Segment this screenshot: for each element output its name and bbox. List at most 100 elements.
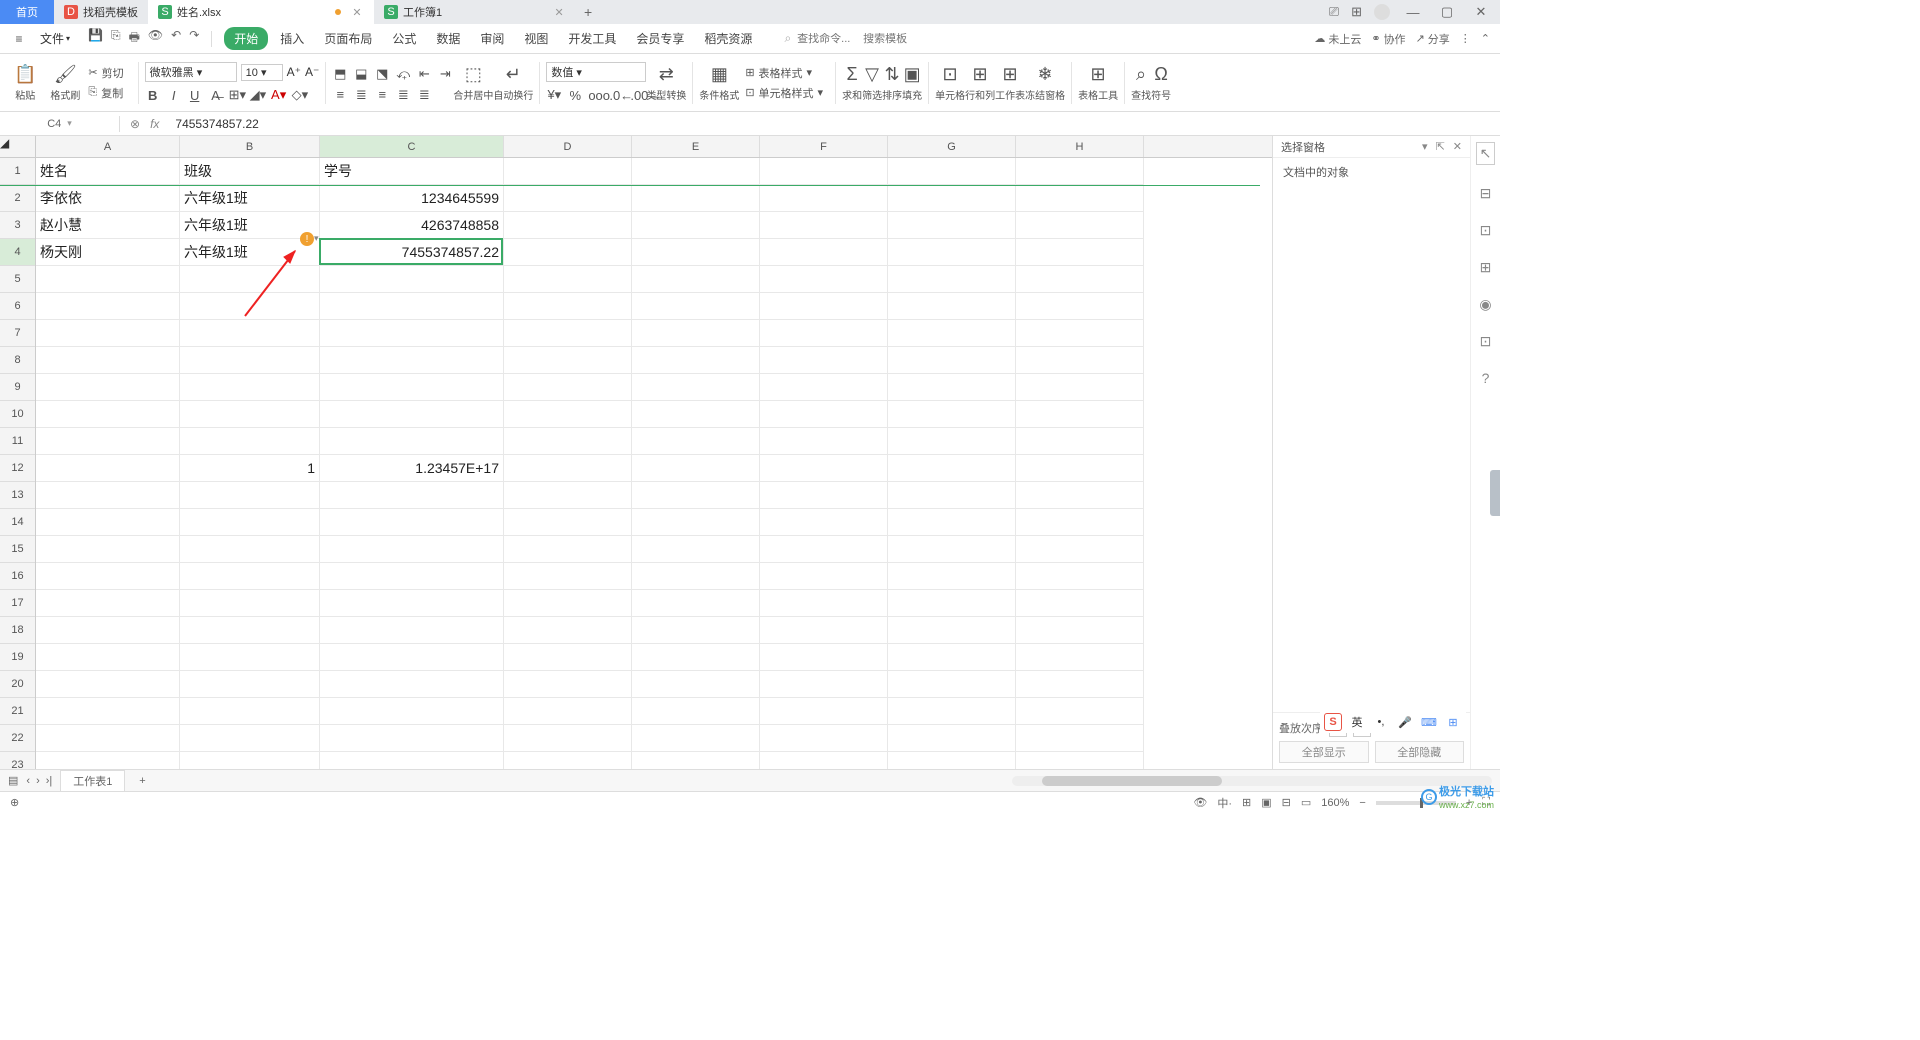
help-icon[interactable]: ?: [1482, 370, 1490, 386]
col-header-C[interactable]: C: [320, 136, 504, 157]
cell[interactable]: [888, 698, 1016, 725]
cell[interactable]: [1016, 752, 1144, 769]
col-header-D[interactable]: D: [504, 136, 632, 157]
cell[interactable]: [632, 347, 760, 374]
tool-icon-2[interactable]: ⊡: [1480, 222, 1492, 239]
cell[interactable]: [504, 374, 632, 401]
cell[interactable]: [180, 401, 320, 428]
cell[interactable]: [504, 239, 632, 266]
cell[interactable]: [1016, 536, 1144, 563]
cell[interactable]: [888, 293, 1016, 320]
tool-icon-3[interactable]: ⊞: [1480, 259, 1492, 276]
freeze-button[interactable]: ❄冻结窗格: [1025, 64, 1065, 102]
increase-decimal-icon[interactable]: .0←: [609, 88, 625, 103]
cell[interactable]: [1016, 644, 1144, 671]
cell[interactable]: [760, 563, 888, 590]
row-header-11[interactable]: 11: [0, 428, 35, 455]
cell[interactable]: 六年级1班: [180, 185, 320, 212]
select-tool-icon[interactable]: ↖: [1476, 142, 1496, 165]
fill-color-button[interactable]: ◢▾: [250, 87, 266, 103]
menu-tab-member[interactable]: 会员专享: [628, 26, 692, 51]
cell[interactable]: [504, 644, 632, 671]
col-header-H[interactable]: H: [1016, 136, 1144, 157]
row-header-23[interactable]: 23: [0, 752, 35, 769]
sheet-last-icon[interactable]: ›|: [46, 775, 53, 787]
cell[interactable]: [320, 536, 504, 563]
symbol-button[interactable]: Ω符号: [1151, 64, 1171, 102]
close-icon[interactable]: ✕: [350, 5, 364, 19]
cell[interactable]: [888, 239, 1016, 266]
tool-icon-1[interactable]: ⊟: [1480, 185, 1492, 202]
cell[interactable]: [1016, 239, 1144, 266]
col-header-G[interactable]: G: [888, 136, 1016, 157]
cell[interactable]: [504, 428, 632, 455]
cell[interactable]: [888, 428, 1016, 455]
cell[interactable]: [1016, 320, 1144, 347]
percent-icon[interactable]: %: [567, 88, 583, 103]
indent-left-icon[interactable]: ⇤: [416, 66, 432, 82]
cell[interactable]: [504, 455, 632, 482]
share-button[interactable]: ↗ 分享: [1416, 31, 1450, 47]
show-all-button[interactable]: 全部显示: [1279, 741, 1369, 763]
cell[interactable]: [320, 590, 504, 617]
cell[interactable]: [504, 293, 632, 320]
cell[interactable]: [36, 509, 180, 536]
cell[interactable]: [320, 482, 504, 509]
cell[interactable]: [504, 347, 632, 374]
close-icon[interactable]: ✕: [552, 5, 566, 19]
row-header-2[interactable]: 2: [0, 185, 35, 212]
cell[interactable]: [632, 536, 760, 563]
cell[interactable]: [504, 725, 632, 752]
add-sheet-button[interactable]: +: [133, 775, 151, 787]
cell[interactable]: [760, 482, 888, 509]
cell[interactable]: [760, 455, 888, 482]
cell[interactable]: [632, 293, 760, 320]
row-header-17[interactable]: 17: [0, 590, 35, 617]
cell[interactable]: [888, 509, 1016, 536]
cell[interactable]: [320, 671, 504, 698]
cell[interactable]: [1016, 509, 1144, 536]
cell[interactable]: [180, 320, 320, 347]
cell[interactable]: [320, 428, 504, 455]
chevron-down-icon[interactable]: ▾: [1422, 140, 1428, 153]
zoom-value[interactable]: 160%: [1321, 797, 1349, 809]
cell[interactable]: [180, 752, 320, 769]
menu-tab-dev[interactable]: 开发工具: [560, 26, 624, 51]
cell[interactable]: [888, 347, 1016, 374]
ime-punct-icon[interactable]: •,: [1372, 713, 1390, 731]
cell[interactable]: [1016, 428, 1144, 455]
sheet-next-icon[interactable]: ›: [36, 775, 40, 787]
cell[interactable]: [888, 374, 1016, 401]
chinese-icon[interactable]: 中·: [1217, 795, 1232, 811]
cell[interactable]: [632, 698, 760, 725]
cell[interactable]: [760, 374, 888, 401]
cell[interactable]: [760, 590, 888, 617]
cell[interactable]: [888, 455, 1016, 482]
cell[interactable]: [632, 509, 760, 536]
cell[interactable]: [1016, 563, 1144, 590]
menu-tab-data[interactable]: 数据: [428, 26, 468, 51]
align-bottom-icon[interactable]: ⬔: [374, 66, 390, 82]
cell[interactable]: [1016, 455, 1144, 482]
row-header-18[interactable]: 18: [0, 617, 35, 644]
cell[interactable]: [888, 752, 1016, 769]
cell[interactable]: [888, 563, 1016, 590]
cell[interactable]: [36, 725, 180, 752]
cell[interactable]: [760, 644, 888, 671]
distribute-icon[interactable]: ≣: [416, 87, 432, 103]
cell[interactable]: [760, 266, 888, 293]
hide-all-button[interactable]: 全部隐藏: [1375, 741, 1465, 763]
cell-button[interactable]: ⊡单元格: [935, 64, 965, 102]
cell[interactable]: [1016, 212, 1144, 239]
row-header-9[interactable]: 9: [0, 374, 35, 401]
cell[interactable]: [888, 320, 1016, 347]
cell[interactable]: [180, 563, 320, 590]
cell[interactable]: [1016, 347, 1144, 374]
ime-lang-button[interactable]: 英: [1348, 713, 1366, 731]
menu-tab-layout[interactable]: 页面布局: [316, 26, 380, 51]
ocr-icon[interactable]: ⎚: [1329, 4, 1339, 20]
cell[interactable]: [180, 374, 320, 401]
close-button[interactable]: ✕: [1470, 4, 1492, 20]
view-page-icon[interactable]: ▣: [1261, 796, 1271, 809]
worksheet-button[interactable]: ⊞工作表: [995, 64, 1025, 102]
